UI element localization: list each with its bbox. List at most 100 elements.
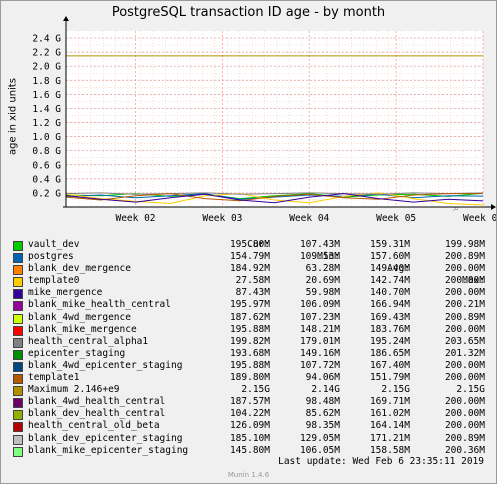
legend-row: blank_4wd_mergence 187.62M 107.23M 169.43M 2… [13, 312, 493, 324]
legend-swatch [13, 241, 23, 251]
legend-row: health_central_old_beta 126.09M 98.35M 164.… [13, 420, 493, 433]
legend-cur: 195.80M [229, 239, 270, 250]
legend-cur: 189.80M [229, 372, 270, 384]
legend-min: 106.09M [299, 299, 340, 311]
y-tick-label: 1.8 G [32, 76, 61, 87]
legend-max: 200.36M [444, 444, 485, 456]
legend-name: postgres [28, 251, 74, 263]
legend-max: 200.00M [444, 396, 485, 408]
legend-min: 59.98M [305, 287, 340, 299]
legend-min: 94.06M [305, 372, 340, 384]
y-tick-label: 1.2 G [32, 118, 61, 129]
legend-row: blank_4wd_health_central 187.57M 98.48M 169… [13, 396, 493, 409]
legend-avg: 157.60M [369, 251, 410, 263]
legend-cur: 2.15G [241, 384, 270, 396]
legend-swatch [13, 253, 23, 264]
legend-max: 200.89M [444, 432, 485, 444]
legend-max: 200.00M [444, 287, 485, 299]
legend-cur: 195.88M [229, 323, 270, 335]
legend-min: 2.14G [311, 384, 340, 396]
y-tick-label: 1.6 G [32, 90, 61, 101]
legend-avg: 169.71M [369, 396, 410, 408]
legend-min: 20.69M [305, 275, 340, 287]
y-tick-label: 0.2 G [32, 188, 61, 199]
chart-plot: 0.2 G 0.4 G 0.6 G 0.8 G 1.0 G 1.2 G 1.4 G 1.6 G… [32, 16, 496, 224]
legend-max: 200.00M [444, 323, 485, 335]
legend-name: epicenter_staging [28, 347, 126, 359]
legend-avg: 151.79M [369, 372, 410, 384]
legend-name: blank_dev_epicenter_staging [28, 432, 183, 444]
legend-name: blank_4wd_health_central [28, 396, 166, 408]
y-tick-label: 1.0 G [32, 132, 61, 143]
legend-row: template0 27.58M 20.69M 142.74M 200.00M [13, 275, 493, 288]
legend-cur: 187.62M [229, 311, 270, 323]
legend-max: 199.98M [444, 239, 485, 250]
y-tick-label: 0.8 G [32, 146, 61, 157]
legend-cur: 104.22M [229, 408, 270, 420]
legend-swatch [13, 277, 23, 288]
legend-row: vault_dev 195.80M 107.43M 159.31M 199.98M [13, 239, 493, 251]
legend-row: health_central_alpha1 199.82M 179.01M 195.2… [13, 336, 493, 348]
legend-avg: 167.40M [369, 359, 410, 371]
legend-swatch [13, 325, 23, 336]
y-tick-label: 2.0 G [32, 62, 61, 73]
legend-max: 200.00M [444, 275, 485, 287]
legend-cur: 195.88M [229, 359, 270, 371]
munin-version: Munin 1.4.6 [227, 471, 270, 479]
legend-max: 200.21M [444, 299, 485, 311]
legend-min: 98.35M [305, 420, 340, 432]
legend-swatch [13, 349, 23, 360]
legend-avg: 2.15G [381, 384, 410, 396]
legend-row: blank_dev_health_central 104.22M 85.62M 161… [13, 408, 493, 421]
legend-swatch [13, 386, 23, 397]
legend-row: postgres 154.79M 109.53M 157.60M 200.89M [13, 251, 493, 264]
legend-avg: 149.40M [369, 263, 410, 275]
legend-min: 106.05M [299, 444, 340, 456]
legend-name: blank_dev_health_central [28, 408, 166, 420]
legend-min: 107.23M [299, 311, 340, 323]
legend-name: health_central_old_beta [28, 420, 160, 432]
legend-max: 200.00M [444, 372, 485, 384]
legend-cur: 193.68M [229, 347, 270, 359]
legend-name: Maximum 2.146+e9 [28, 384, 120, 396]
legend-avg: 171.21M [369, 432, 410, 444]
legend-swatch [13, 265, 23, 276]
legend-name: template0 [28, 275, 80, 287]
legend-row: blank_dev_mergence 184.92M 63.28M 149.40M 20… [13, 263, 493, 276]
legend-avg: 159.31M [369, 239, 410, 250]
legend-min: 149.16M [299, 347, 340, 359]
legend: Cur: Min: Avg: Max: vault_dev 195.80M 107.… [13, 227, 493, 457]
legend-avg: 161.02M [369, 408, 410, 420]
legend-min: 63.28M [305, 263, 340, 275]
legend-avg: 166.94M [369, 299, 410, 311]
y-tick-label: 2.2 G [32, 48, 61, 59]
legend-row: blank_mike_health_central 195.97M 106.09M 1… [13, 299, 493, 312]
legend-swatch [13, 398, 23, 409]
legend-avg: 195.24M [369, 335, 410, 347]
x-tick-label: Week 02 [115, 213, 155, 224]
legend-swatch [13, 313, 23, 324]
legend-swatch [13, 361, 23, 372]
legend-row: Maximum 2.146+e9 2.15G 2.14G 2.15G 2.15G [13, 384, 493, 397]
legend-cur: 126.09M [229, 420, 270, 432]
legend-row: blank_mike_epicenter_staging 145.80M 106.0… [13, 445, 493, 457]
legend-min: 98.48M [305, 396, 340, 408]
x-tick-label: Week 05 [376, 213, 416, 224]
legend-header-row: Cur: Min: Avg: Max: [13, 227, 493, 286]
legend-avg: 142.74M [369, 275, 410, 287]
legend-min: 85.62M [305, 408, 340, 420]
legend-max: 200.89M [444, 311, 485, 323]
legend-row: blank_4wd_epicenter_staging 195.88M 107.72… [13, 360, 493, 372]
y-tick-label: 0.6 G [32, 160, 61, 171]
legend-swatch [13, 374, 23, 385]
legend-name: template1 [28, 372, 80, 384]
legend-swatch [13, 301, 23, 312]
legend-cur: 87.43M [235, 287, 270, 299]
legend-max: 200.00M [444, 408, 485, 420]
legend-cur: 199.82M [229, 335, 270, 347]
legend-avg: 140.70M [369, 287, 410, 299]
legend-min: 129.05M [299, 432, 340, 444]
legend-row: epicenter_staging 193.68M 149.16M 186.65M 20… [13, 348, 493, 360]
legend-min: 109.53M [299, 251, 340, 263]
legend-name: blank_dev_mergence [28, 263, 131, 275]
